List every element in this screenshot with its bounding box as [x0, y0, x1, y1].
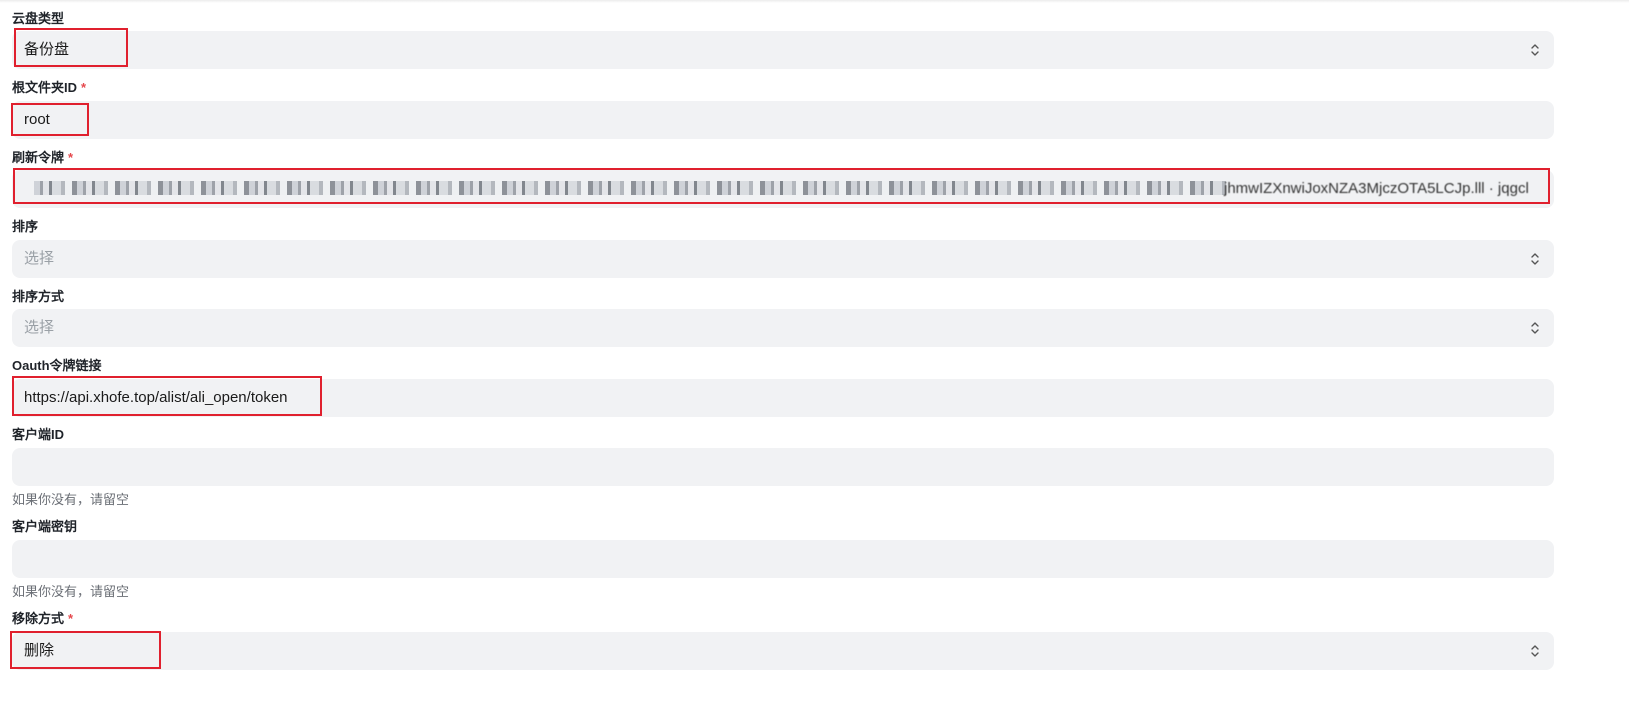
order-by-label: 排序: [12, 219, 38, 235]
storage-settings-form: 云盘类型 备份盘 根文件夹ID * root 刷新令牌 * jhmwIZXnwiJo…: [0, 0, 1629, 704]
root-folder-id-label: 根文件夹ID *: [12, 80, 86, 96]
order-direction-select[interactable]: 选择: [12, 309, 1554, 347]
oauth-token-url-label-text: Oauth令牌链接: [12, 358, 102, 373]
top-divider: [0, 0, 1629, 3]
chevron-up-down-icon: [1531, 44, 1539, 56]
refresh-token-input[interactable]: jhmwIZXnwiJoxNZA3MjczOTA5LCJp.lll · jqgc…: [12, 170, 1554, 208]
refresh-token-label: 刷新令牌 *: [12, 150, 73, 166]
client-secret-input[interactable]: [12, 540, 1554, 578]
refresh-token-visible-tail: jhmwIZXnwiJoxNZA3MjczOTA5LCJp.lll · jqgc…: [1224, 180, 1529, 197]
order-by-select[interactable]: 选择: [12, 240, 1554, 278]
root-folder-id-input[interactable]: root: [12, 101, 1554, 139]
order-direction-label-text: 排序方式: [12, 289, 65, 304]
client-id-label-text: 客户端ID: [12, 427, 65, 442]
refresh-token-value: jhmwIZXnwiJoxNZA3MjczOTA5LCJp.lll · jqgc…: [24, 179, 1542, 199]
required-mark: *: [68, 611, 74, 626]
order-direction-label: 排序方式: [12, 289, 64, 305]
cloud-type-label-text: 云盘类型: [12, 11, 65, 26]
redacted-token-mosaic: [34, 181, 1229, 195]
root-folder-id-value: root: [24, 111, 50, 128]
remove-way-label: 移除方式 *: [12, 611, 73, 627]
oauth-token-url-label: Oauth令牌链接: [12, 358, 102, 374]
client-secret-label-text: 客户端密钥: [12, 519, 78, 534]
oauth-token-url-value: https://api.xhofe.top/alist/ali_open/tok…: [24, 389, 288, 406]
oauth-token-url-input[interactable]: https://api.xhofe.top/alist/ali_open/tok…: [12, 379, 1554, 417]
chevron-up-down-icon: [1531, 253, 1539, 265]
client-id-label: 客户端ID: [12, 427, 64, 443]
order-by-label-text: 排序: [12, 219, 39, 234]
cloud-type-label: 云盘类型: [12, 11, 64, 27]
client-secret-help-text: 如果你没有，请留空: [12, 584, 130, 599]
order-by-placeholder: 选择: [24, 250, 55, 267]
required-mark: *: [81, 80, 87, 95]
chevron-up-down-icon: [1531, 645, 1539, 657]
cloud-type-select[interactable]: 备份盘: [12, 31, 1554, 69]
client-id-input[interactable]: [12, 448, 1554, 486]
cloud-type-value: 备份盘: [24, 41, 70, 58]
remove-way-label-text: 移除方式: [12, 611, 65, 626]
remove-way-select[interactable]: 删除: [12, 632, 1554, 670]
root-folder-id-label-text: 根文件夹ID: [12, 80, 78, 95]
client-secret-label: 客户端密钥: [12, 519, 77, 535]
refresh-token-label-text: 刷新令牌: [12, 150, 65, 165]
client-id-help-text: 如果你没有，请留空: [12, 492, 130, 507]
chevron-up-down-icon: [1531, 322, 1539, 334]
required-mark: *: [68, 150, 74, 165]
order-direction-placeholder: 选择: [24, 319, 55, 336]
remove-way-value: 删除: [24, 642, 55, 659]
